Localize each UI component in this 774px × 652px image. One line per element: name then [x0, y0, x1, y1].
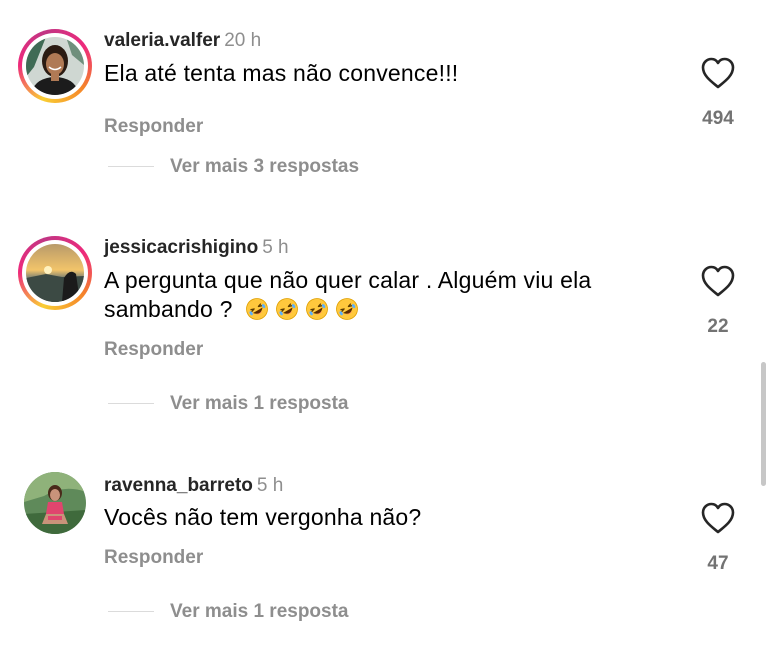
username[interactable]: valeria.valfer: [104, 30, 220, 51]
scrollbar[interactable]: [761, 362, 766, 486]
emoji-row: [239, 296, 359, 322]
timestamp: 5 h: [256, 475, 284, 496]
comment-text: Ela até tenta mas não convence!!!: [104, 59, 664, 88]
comment-text-body: Vocês não tem vergonha não?: [104, 504, 422, 530]
timestamp: 5 h: [262, 237, 289, 258]
reply-button[interactable]: Responder: [104, 116, 203, 138]
reply-button[interactable]: Responder: [104, 339, 203, 361]
username[interactable]: ravenna_barreto: [104, 475, 253, 496]
like-count: 22: [707, 316, 729, 337]
view-more-replies-button[interactable]: Ver mais 1 resposta: [106, 393, 349, 417]
avatar[interactable]: [18, 466, 92, 540]
divider-line: [108, 611, 154, 613]
heart-icon[interactable]: [700, 264, 736, 298]
comment-text: Vocês não tem vergonha não?: [104, 503, 664, 532]
rolling-on-floor-laughing-emoji-icon: [245, 297, 269, 321]
heart-icon[interactable]: [700, 56, 736, 90]
view-more-replies-label: Ver mais 3 respostas: [170, 156, 360, 177]
comment-header: valeria.valfer 20 h: [104, 30, 261, 52]
rolling-on-floor-laughing-emoji-icon: [275, 297, 299, 321]
username[interactable]: jessicacrishigino: [104, 237, 258, 258]
view-more-replies-button[interactable]: Ver mais 3 respostas: [106, 156, 359, 180]
rolling-on-floor-laughing-emoji-icon: [335, 297, 359, 321]
like-count: 47: [707, 553, 729, 574]
view-more-replies-label: Ver mais 1 resposta: [170, 601, 349, 622]
like-count: 494: [702, 108, 734, 129]
comment-header: ravenna_barreto 5 h: [104, 475, 283, 497]
avatar[interactable]: [18, 29, 92, 103]
view-more-replies-label: Ver mais 1 resposta: [170, 393, 349, 414]
divider-line: [108, 403, 154, 405]
heart-icon[interactable]: [700, 501, 736, 535]
avatar-photo: [26, 37, 84, 95]
timestamp: 20 h: [224, 30, 262, 51]
avatar[interactable]: [18, 236, 92, 310]
avatar-photo: [24, 472, 86, 534]
reply-button[interactable]: Responder: [104, 547, 203, 569]
view-more-replies-button[interactable]: Ver mais 1 resposta: [106, 601, 349, 625]
comment-text-body: Ela até tenta mas não convence!!!: [104, 60, 459, 86]
avatar-photo: [26, 244, 84, 302]
divider-line: [108, 166, 154, 168]
comment-text: A pergunta que não quer calar . Alguém v…: [104, 266, 664, 324]
comment-header: jessicacrishigino 5 h: [104, 237, 289, 259]
rolling-on-floor-laughing-emoji-icon: [305, 297, 329, 321]
